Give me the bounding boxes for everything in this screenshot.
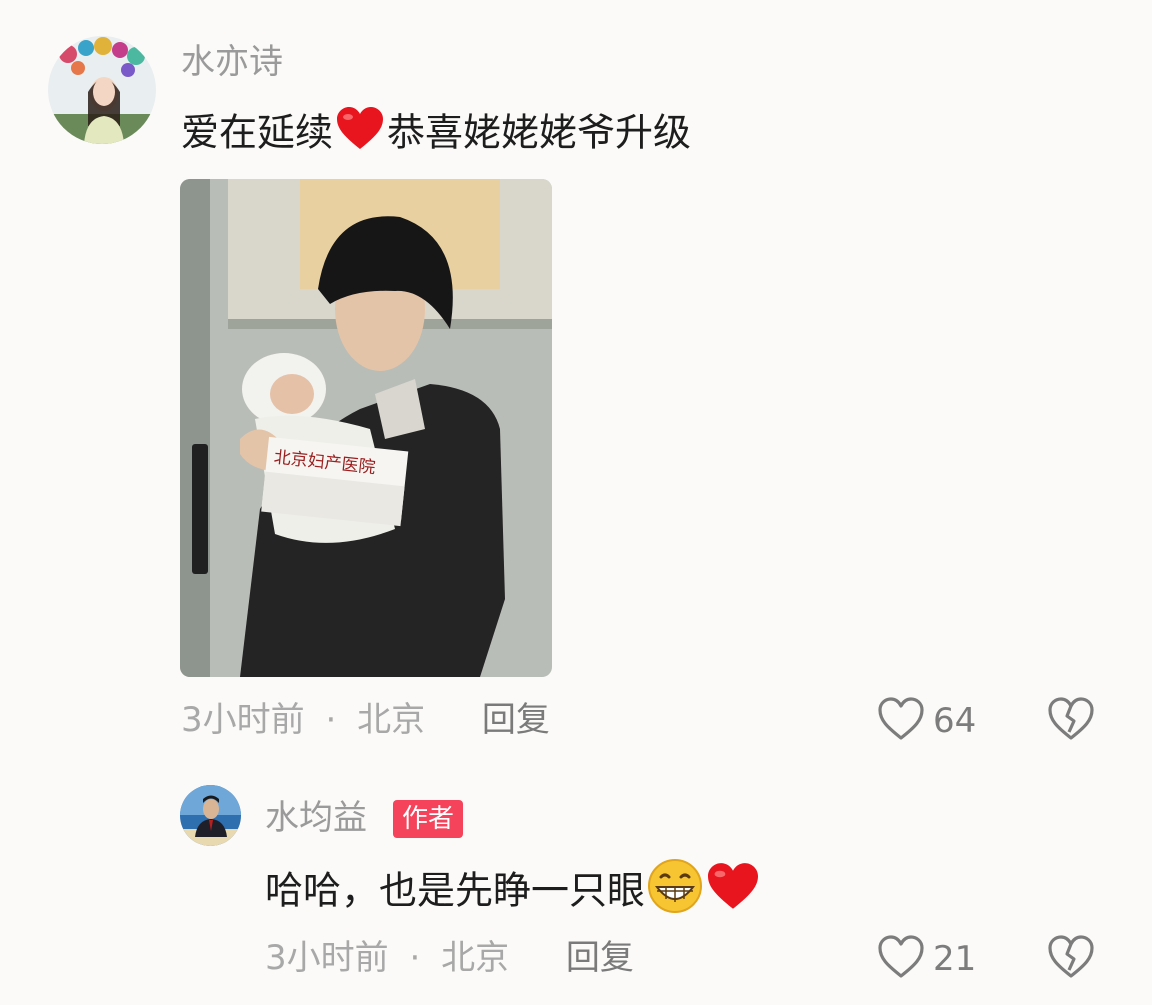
reply-text-part: 哈哈，也是先睁一只眼 (265, 868, 646, 913)
comment-text: 爱在延续 恭喜姥姥姥爷升级 (181, 107, 692, 158)
red-heart-emoji (705, 862, 761, 918)
like-button[interactable]: 64 (877, 696, 976, 746)
comment-photo[interactable]: 北京妇产医院 (180, 179, 552, 677)
like-count: 64 (933, 701, 977, 741)
broken-heart-icon (1047, 696, 1095, 746)
dislike-button[interactable] (1047, 934, 1095, 984)
red-heart-emoji (335, 106, 385, 158)
comment-meta: 3小时前 · 北京 回复 (181, 703, 550, 737)
reply-text: 哈哈，也是先睁一只眼 (265, 859, 761, 919)
meta-separator: · (325, 700, 337, 740)
reply-button[interactable]: 回复 (482, 700, 550, 740)
like-count: 21 (933, 939, 977, 979)
avatar[interactable] (48, 36, 156, 144)
comment-location: 北京 (357, 700, 426, 740)
reply-username[interactable]: 水均益 (265, 801, 367, 835)
comment-username[interactable]: 水亦诗 (181, 45, 283, 79)
like-button[interactable]: 21 (877, 934, 976, 984)
grinning-face-emoji (647, 859, 703, 919)
broken-heart-icon (1047, 934, 1095, 984)
reply-location: 北京 (441, 938, 510, 978)
heart-outline-icon (877, 934, 925, 984)
meta-separator: · (409, 938, 421, 978)
reply-time: 3小时前 (265, 938, 389, 978)
author-badge: 作者 (393, 800, 464, 838)
comment-text-part: 恭喜姥姥姥爷升级 (387, 110, 692, 155)
avatar[interactable] (180, 785, 241, 846)
reply-button[interactable]: 回复 (566, 938, 634, 978)
comment-time: 3小时前 (181, 700, 305, 740)
heart-outline-icon (877, 696, 925, 746)
dislike-button[interactable] (1047, 696, 1095, 746)
comment-text-part: 爱在延续 (181, 110, 334, 155)
reply-meta: 3小时前 · 北京 回复 (265, 941, 634, 975)
